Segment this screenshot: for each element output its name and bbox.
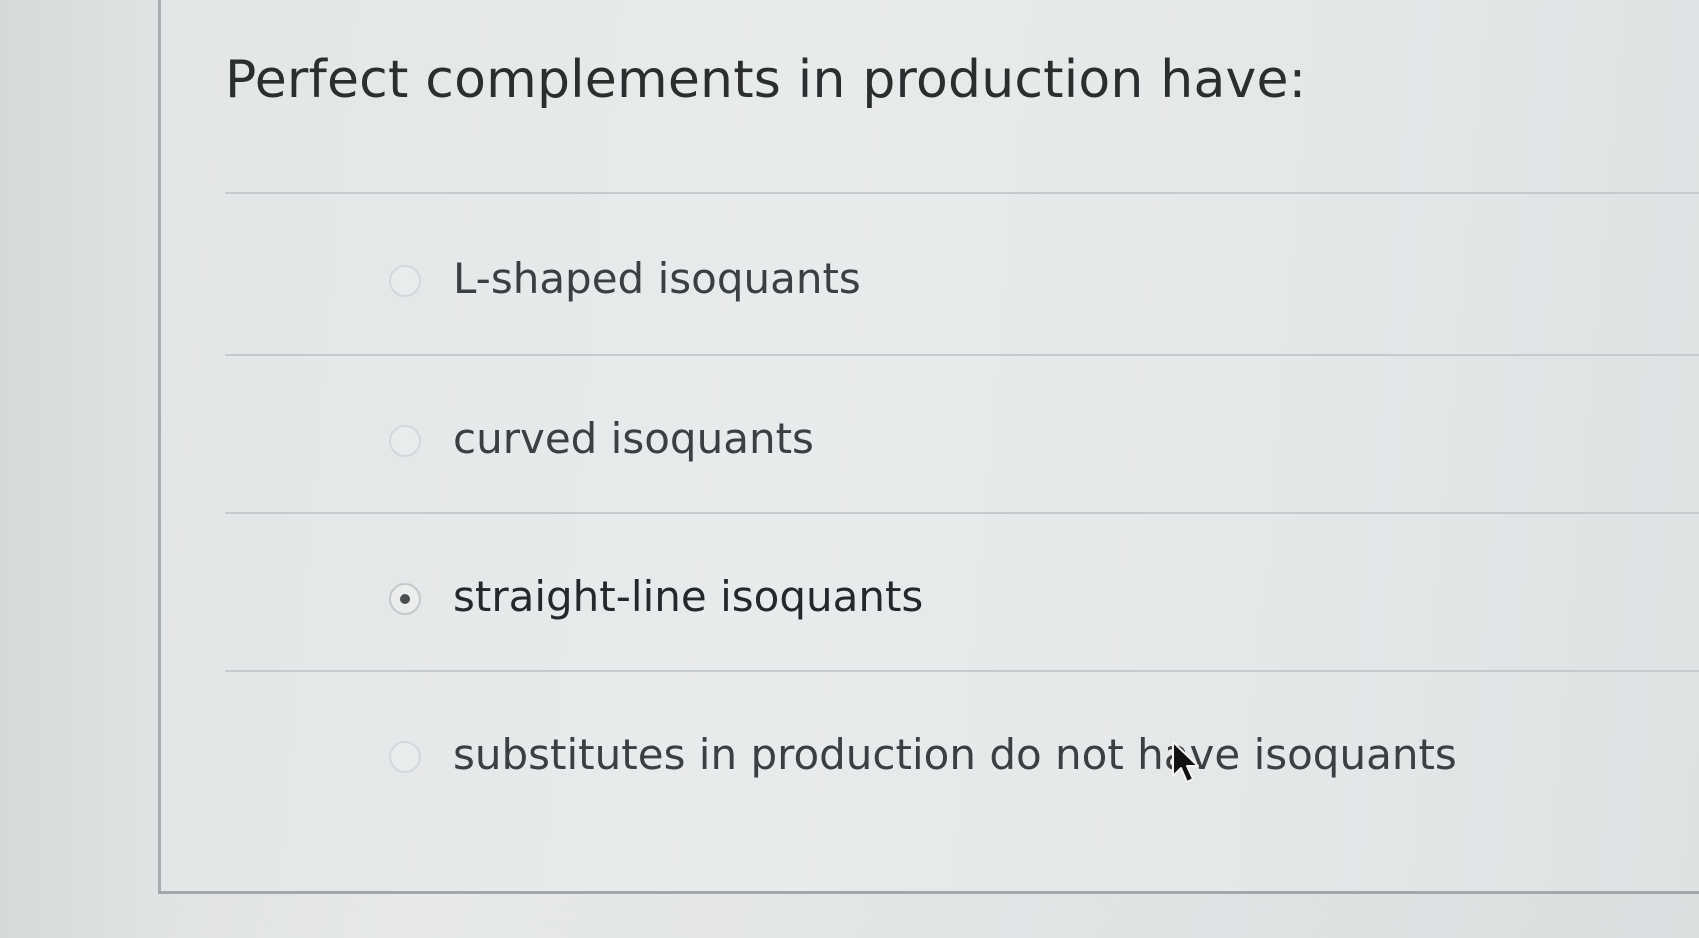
answer-option-straight-line[interactable]: straight-line isoquants (225, 526, 1699, 676)
page-margin (0, 0, 160, 938)
mouse-pointer-arrow-icon (1172, 741, 1199, 783)
radio-button[interactable] (389, 425, 421, 457)
question-card: Perfect complements in production have: … (158, 0, 1699, 894)
divider (225, 192, 1699, 194)
question-text: Perfect complements in production have: (225, 50, 1307, 110)
radio-button[interactable] (389, 741, 421, 773)
answer-option-curved[interactable]: curved isoquants (225, 368, 1699, 518)
option-label: L-shaped isoquants (453, 254, 861, 303)
answer-option-substitutes[interactable]: substitutes in production do not have is… (225, 684, 1699, 834)
divider (225, 354, 1699, 356)
radio-button-selected[interactable] (389, 583, 421, 615)
option-label: curved isoquants (453, 414, 814, 463)
divider (225, 512, 1699, 514)
option-label: straight-line isoquants (453, 572, 924, 621)
answer-option-l-shaped[interactable]: L-shaped isoquants (225, 208, 1699, 358)
divider (225, 670, 1699, 672)
option-label: substitutes in production do not have is… (453, 730, 1457, 779)
radio-button[interactable] (389, 265, 421, 297)
